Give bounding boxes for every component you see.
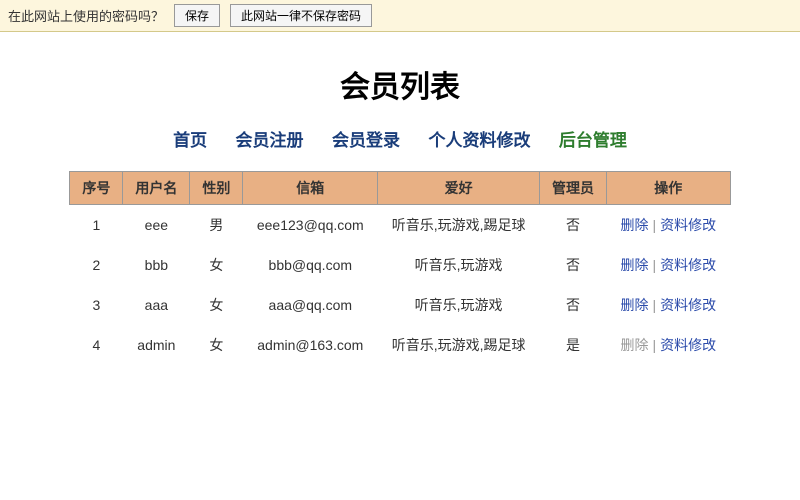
cell-gender: 女 — [190, 325, 243, 365]
col-seq: 序号 — [70, 172, 123, 205]
edit-link[interactable]: 资料修改 — [660, 337, 716, 353]
edit-link[interactable]: 资料修改 — [660, 257, 716, 273]
delete-link: 删除 — [620, 337, 648, 353]
cell-username: admin — [123, 325, 190, 365]
cell-email: bbb@qq.com — [243, 245, 378, 285]
cell-seq: 1 — [70, 205, 123, 246]
col-gender: 性别 — [190, 172, 243, 205]
delete-link[interactable]: 删除 — [620, 257, 648, 273]
cell-actions: 删除|资料修改 — [606, 285, 730, 325]
cell-gender: 男 — [190, 205, 243, 246]
cell-username: bbb — [123, 245, 190, 285]
col-admin: 管理员 — [539, 172, 606, 205]
nav-profile[interactable]: 个人资料修改 — [428, 131, 530, 150]
table-row: 3aaa女aaa@qq.com听音乐,玩游戏否删除|资料修改 — [70, 285, 730, 325]
save-password-button[interactable]: 保存 — [174, 4, 220, 27]
main-nav: 首页 会员注册 会员登录 个人资料修改 后台管理 — [0, 126, 800, 151]
cell-gender: 女 — [190, 285, 243, 325]
cell-username: eee — [123, 205, 190, 246]
action-separator: | — [652, 297, 656, 313]
delete-link[interactable]: 删除 — [620, 297, 648, 313]
cell-email: aaa@qq.com — [243, 285, 378, 325]
action-separator: | — [652, 257, 656, 273]
cell-hobby: 听音乐,玩游戏 — [378, 245, 540, 285]
cell-hobby: 听音乐,玩游戏,踢足球 — [378, 325, 540, 365]
cell-email: admin@163.com — [243, 325, 378, 365]
password-save-notification: 在此网站上使用的密码吗？ 保存 此网站一律不保存密码 — [0, 0, 800, 32]
cell-seq: 4 — [70, 325, 123, 365]
col-actions: 操作 — [606, 172, 730, 205]
table-row: 2bbb女bbb@qq.com听音乐,玩游戏否删除|资料修改 — [70, 245, 730, 285]
nav-home[interactable]: 首页 — [173, 131, 207, 150]
cell-seq: 2 — [70, 245, 123, 285]
edit-link[interactable]: 资料修改 — [660, 297, 716, 313]
cell-admin: 是 — [539, 325, 606, 365]
cell-gender: 女 — [190, 245, 243, 285]
table-row: 4admin女admin@163.com听音乐,玩游戏,踢足球是删除|资料修改 — [70, 325, 730, 365]
members-table: 序号 用户名 性别 信箱 爱好 管理员 操作 1eee男eee123@qq.co… — [69, 171, 730, 365]
cell-actions: 删除|资料修改 — [606, 205, 730, 246]
cell-username: aaa — [123, 285, 190, 325]
table-row: 1eee男eee123@qq.com听音乐,玩游戏,踢足球否删除|资料修改 — [70, 205, 730, 246]
table-header-row: 序号 用户名 性别 信箱 爱好 管理员 操作 — [70, 172, 730, 205]
delete-link[interactable]: 删除 — [620, 217, 648, 233]
action-separator: | — [652, 217, 656, 233]
cell-admin: 否 — [539, 205, 606, 246]
nav-login[interactable]: 会员登录 — [332, 131, 400, 150]
cell-email: eee123@qq.com — [243, 205, 378, 246]
cell-admin: 否 — [539, 285, 606, 325]
cell-seq: 3 — [70, 285, 123, 325]
nav-admin[interactable]: 后台管理 — [559, 131, 627, 150]
cell-hobby: 听音乐,玩游戏,踢足球 — [378, 205, 540, 246]
cell-actions: 删除|资料修改 — [606, 245, 730, 285]
notification-text: 在此网站上使用的密码吗？ — [8, 6, 164, 25]
edit-link[interactable]: 资料修改 — [660, 217, 716, 233]
page-title: 会员列表 — [0, 62, 800, 106]
never-save-password-button[interactable]: 此网站一律不保存密码 — [230, 4, 372, 27]
col-hobby: 爱好 — [378, 172, 540, 205]
col-username: 用户名 — [123, 172, 190, 205]
action-separator: | — [652, 337, 656, 353]
col-email: 信箱 — [243, 172, 378, 205]
cell-actions: 删除|资料修改 — [606, 325, 730, 365]
cell-admin: 否 — [539, 245, 606, 285]
cell-hobby: 听音乐,玩游戏 — [378, 285, 540, 325]
nav-register[interactable]: 会员注册 — [236, 131, 304, 150]
